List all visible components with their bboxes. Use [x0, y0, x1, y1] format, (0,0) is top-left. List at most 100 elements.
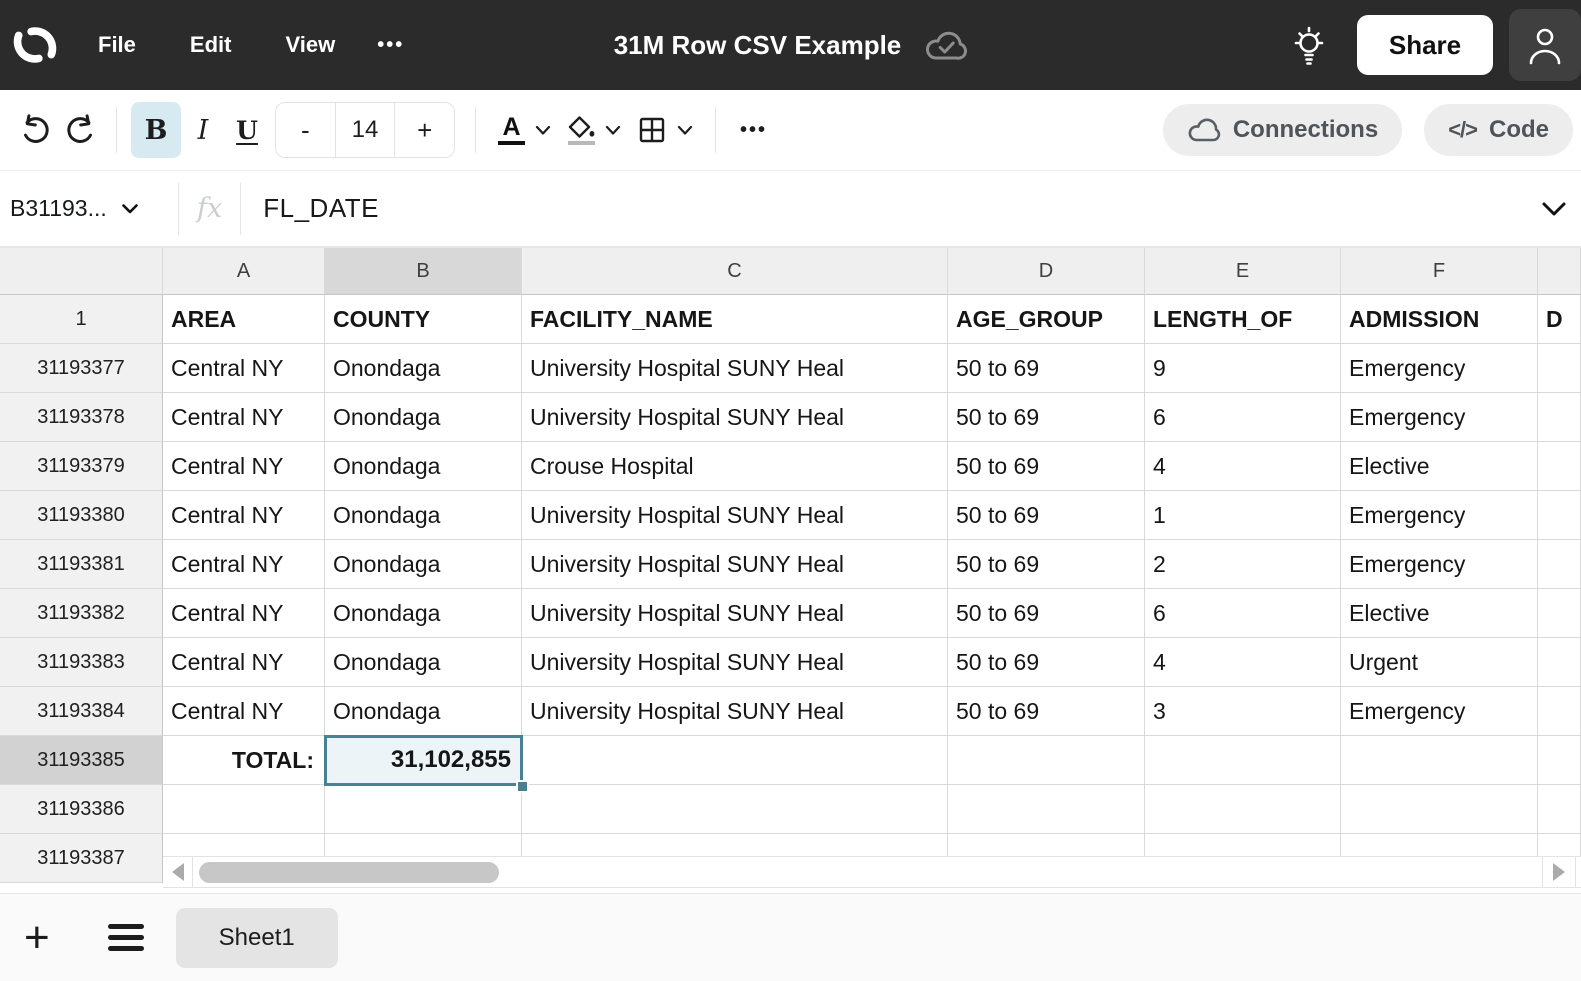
- cell-age-group[interactable]: 50 to 69: [948, 442, 1145, 491]
- row-header[interactable]: 1: [0, 295, 163, 344]
- expand-formula-bar-icon[interactable]: [1541, 201, 1567, 217]
- header-cell[interactable]: D: [1538, 295, 1581, 344]
- cell-length[interactable]: 6: [1145, 393, 1341, 442]
- cell-empty[interactable]: [1145, 736, 1341, 785]
- menu-more-button[interactable]: •••: [377, 34, 404, 57]
- cell-length[interactable]: 4: [1145, 442, 1341, 491]
- cell-partial[interactable]: [1538, 491, 1581, 540]
- cell-age-group[interactable]: 50 to 69: [948, 393, 1145, 442]
- menu-view[interactable]: View: [285, 32, 335, 58]
- cell-length[interactable]: 3: [1145, 687, 1341, 736]
- cell-admission[interactable]: Elective: [1341, 442, 1538, 491]
- cell-admission[interactable]: Emergency: [1341, 687, 1538, 736]
- cell-empty[interactable]: [948, 785, 1145, 834]
- sheet-list-icon[interactable]: [108, 924, 144, 951]
- rows-logo-icon[interactable]: [12, 22, 58, 68]
- cell-partial[interactable]: [1538, 442, 1581, 491]
- cell-admission[interactable]: Emergency: [1341, 540, 1538, 589]
- row-header[interactable]: 31193385: [0, 736, 163, 785]
- cell-facility[interactable]: University Hospital SUNY Heal: [522, 589, 948, 638]
- code-button[interactable]: </> Code: [1424, 104, 1573, 156]
- header-cell[interactable]: LENGTH_OF: [1145, 295, 1341, 344]
- cell-partial[interactable]: [1538, 589, 1581, 638]
- menu-edit[interactable]: Edit: [190, 32, 232, 58]
- cell-reference-dropdown[interactable]: B31193...: [10, 195, 160, 222]
- cell-length[interactable]: 6: [1145, 589, 1341, 638]
- cell-area[interactable]: Central NY: [163, 393, 325, 442]
- bold-button[interactable]: B: [131, 102, 181, 158]
- cell-county[interactable]: Onondaga: [325, 393, 522, 442]
- cell-admission[interactable]: Emergency: [1341, 393, 1538, 442]
- italic-button[interactable]: I: [181, 102, 225, 158]
- cell-area[interactable]: Central NY: [163, 540, 325, 589]
- row-header[interactable]: 31193382: [0, 589, 163, 638]
- cell-facility[interactable]: University Hospital SUNY Heal: [522, 687, 948, 736]
- scrollbar-thumb[interactable]: [199, 862, 499, 883]
- underline-button[interactable]: U: [225, 102, 269, 158]
- add-sheet-button[interactable]: +: [24, 918, 50, 958]
- cell-length[interactable]: 9: [1145, 344, 1341, 393]
- cell-age-group[interactable]: 50 to 69: [948, 638, 1145, 687]
- row-header[interactable]: 31193384: [0, 687, 163, 736]
- cell-empty[interactable]: [1341, 736, 1538, 785]
- column-header-A[interactable]: A: [163, 248, 325, 295]
- cell-county[interactable]: Onondaga: [325, 687, 522, 736]
- font-size-value[interactable]: 14: [335, 103, 396, 157]
- cell-partial[interactable]: [1538, 540, 1581, 589]
- row-header[interactable]: 31193377: [0, 344, 163, 393]
- cell-county[interactable]: Onondaga: [325, 491, 522, 540]
- row-header[interactable]: 31193378: [0, 393, 163, 442]
- row-header[interactable]: 31193379: [0, 442, 163, 491]
- row-header[interactable]: 31193386: [0, 785, 163, 834]
- selected-cell[interactable]: 31,102,855: [325, 736, 522, 785]
- cell-partial[interactable]: [1538, 687, 1581, 736]
- cell-county[interactable]: Onondaga: [325, 638, 522, 687]
- undo-icon[interactable]: [14, 102, 58, 158]
- connections-button[interactable]: Connections: [1163, 104, 1402, 156]
- menu-file[interactable]: File: [98, 32, 136, 58]
- cell-partial[interactable]: [1538, 638, 1581, 687]
- cell-empty[interactable]: [1341, 785, 1538, 834]
- document-title[interactable]: 31M Row CSV Example: [614, 30, 902, 61]
- cell-age-group[interactable]: 50 to 69: [948, 540, 1145, 589]
- lightbulb-icon[interactable]: [1289, 23, 1329, 67]
- column-header-D[interactable]: D: [948, 248, 1145, 295]
- fill-color-button[interactable]: [567, 115, 621, 145]
- cell-length[interactable]: 1: [1145, 491, 1341, 540]
- column-header-E[interactable]: E: [1145, 248, 1341, 295]
- font-size-decrease-button[interactable]: -: [276, 103, 335, 157]
- formula-input[interactable]: FL_DATE: [263, 193, 379, 224]
- cell-county[interactable]: Onondaga: [325, 344, 522, 393]
- share-button[interactable]: Share: [1357, 15, 1493, 75]
- cell-area[interactable]: Central NY: [163, 638, 325, 687]
- row-header[interactable]: 31193383: [0, 638, 163, 687]
- cell-area[interactable]: Central NY: [163, 344, 325, 393]
- cell-length[interactable]: 2: [1145, 540, 1341, 589]
- header-cell[interactable]: COUNTY: [325, 295, 522, 344]
- cell-facility[interactable]: University Hospital SUNY Heal: [522, 638, 948, 687]
- cell-admission[interactable]: Urgent: [1341, 638, 1538, 687]
- cell-empty[interactable]: [522, 736, 948, 785]
- cell-county[interactable]: Onondaga: [325, 540, 522, 589]
- cell-admission[interactable]: Emergency: [1341, 344, 1538, 393]
- column-header-C[interactable]: C: [522, 248, 948, 295]
- cell-county[interactable]: Onondaga: [325, 442, 522, 491]
- cell-facility[interactable]: University Hospital SUNY Heal: [522, 491, 948, 540]
- grid-corner[interactable]: [0, 248, 163, 295]
- toolbar-more-button[interactable]: •••: [740, 119, 767, 142]
- text-color-button[interactable]: A: [498, 115, 551, 145]
- fill-handle[interactable]: [516, 780, 529, 793]
- cell-empty[interactable]: [1145, 785, 1341, 834]
- cell-partial[interactable]: [1538, 785, 1581, 834]
- horizontal-scrollbar[interactable]: [163, 856, 1581, 888]
- cell-age-group[interactable]: 50 to 69: [948, 344, 1145, 393]
- cell-area[interactable]: Central NY: [163, 491, 325, 540]
- borders-button[interactable]: [637, 115, 693, 145]
- scroll-left-button[interactable]: [163, 857, 193, 887]
- cell-admission[interactable]: Elective: [1341, 589, 1538, 638]
- cell-partial[interactable]: [1538, 736, 1581, 785]
- header-cell[interactable]: AREA: [163, 295, 325, 344]
- column-header-F[interactable]: F: [1341, 248, 1538, 295]
- cell-age-group[interactable]: 50 to 69: [948, 589, 1145, 638]
- header-cell[interactable]: FACILITY_NAME: [522, 295, 948, 344]
